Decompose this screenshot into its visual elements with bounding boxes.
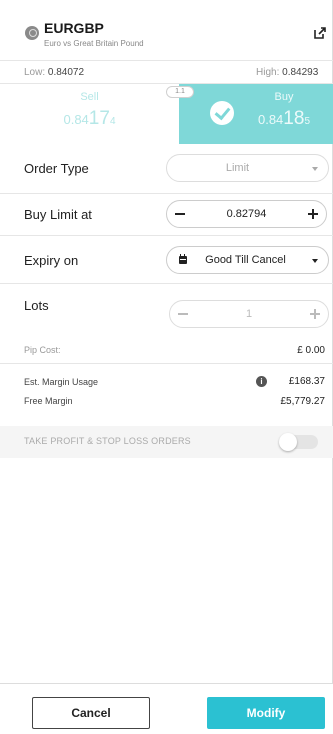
order-type-label: Order Type bbox=[24, 161, 89, 176]
buy-price: 0.84185 bbox=[257, 108, 310, 129]
margin-usage-wrap: i £168.37 bbox=[245, 376, 325, 388]
instrument-symbol: EURGBP bbox=[44, 20, 104, 36]
instrument-description: Euro vs Great Britain Pound bbox=[44, 39, 144, 48]
lots-row: Lots 1 bbox=[0, 284, 333, 336]
lots-stepper: 1 bbox=[169, 300, 329, 328]
high-price: High: 0.84293 bbox=[256, 67, 319, 78]
buy-limit-row: Buy Limit at 0.82794 bbox=[0, 194, 333, 236]
ticket-footer: Cancel Modify bbox=[0, 683, 333, 734]
sell-label: Sell bbox=[80, 91, 99, 103]
cancel-button[interactable]: Cancel bbox=[32, 697, 150, 729]
margin-usage-label: Est. Margin Usage bbox=[24, 377, 99, 387]
order-type-value: Limit bbox=[225, 162, 250, 174]
free-margin-label: Free Margin bbox=[24, 396, 73, 406]
lots-input[interactable]: 1 bbox=[198, 308, 300, 320]
pip-cost-row: Pip Cost: £ 0.00 bbox=[0, 336, 333, 364]
info-icon[interactable]: i bbox=[256, 376, 267, 387]
buy-limit-input[interactable]: 0.82794 bbox=[195, 208, 298, 220]
increment-button[interactable] bbox=[302, 203, 324, 225]
expiry-select[interactable]: Good Till Cancel bbox=[166, 246, 329, 274]
popout-icon[interactable] bbox=[314, 27, 326, 39]
tp-sl-toggle[interactable] bbox=[279, 433, 318, 451]
buy-label: Buy bbox=[274, 91, 294, 103]
low-price: Low: 0.84072 bbox=[24, 67, 85, 78]
pip-cost-value: £ 0.00 bbox=[297, 345, 325, 356]
pip-cost-label: Pip Cost: bbox=[24, 345, 61, 355]
chevron-down-icon bbox=[312, 259, 318, 263]
expiry-value: Good Till Cancel bbox=[205, 254, 286, 266]
order-type-select[interactable]: Limit bbox=[166, 154, 329, 182]
direction-tabs: Sell 0.84174 1.1 Buy 0.84185 bbox=[0, 84, 333, 144]
spread-badge: 1.1 bbox=[166, 86, 194, 98]
free-margin-value: £5,779.27 bbox=[280, 396, 326, 407]
tp-sl-label: TAKE PROFIT & STOP LOSS ORDERS bbox=[24, 436, 191, 446]
increment-button[interactable] bbox=[304, 303, 326, 325]
order-ticket-panel: EURGBP Euro vs Great Britain Pound Low: … bbox=[0, 0, 333, 734]
ticket-header: EURGBP Euro vs Great Britain Pound bbox=[0, 0, 333, 60]
currency-icon bbox=[25, 26, 39, 40]
buy-limit-label: Buy Limit at bbox=[24, 207, 92, 222]
buy-button[interactable]: Buy 0.84185 bbox=[179, 84, 333, 144]
decrement-button[interactable] bbox=[169, 203, 191, 225]
margin-usage-value: £168.37 bbox=[288, 376, 325, 387]
sell-price: 0.84174 bbox=[63, 108, 116, 129]
decrement-button[interactable] bbox=[172, 303, 194, 325]
chevron-down-icon bbox=[312, 167, 318, 171]
order-type-row: Order Type Limit bbox=[0, 144, 333, 194]
margin-section: Est. Margin Usage i £168.37 Free Margin … bbox=[0, 364, 333, 426]
buy-limit-stepper: 0.82794 bbox=[166, 200, 327, 228]
modify-button[interactable]: Modify bbox=[207, 697, 325, 729]
expiry-label: Expiry on bbox=[24, 253, 79, 268]
sell-button[interactable]: Sell 0.84174 bbox=[0, 84, 179, 144]
tp-sl-row: TAKE PROFIT & STOP LOSS ORDERS bbox=[0, 426, 333, 458]
expiry-row: Expiry on Good Till Cancel bbox=[0, 236, 333, 284]
lots-label: Lots bbox=[24, 298, 49, 313]
low-high-bar: Low: 0.84072 High: 0.84293 bbox=[0, 60, 333, 84]
